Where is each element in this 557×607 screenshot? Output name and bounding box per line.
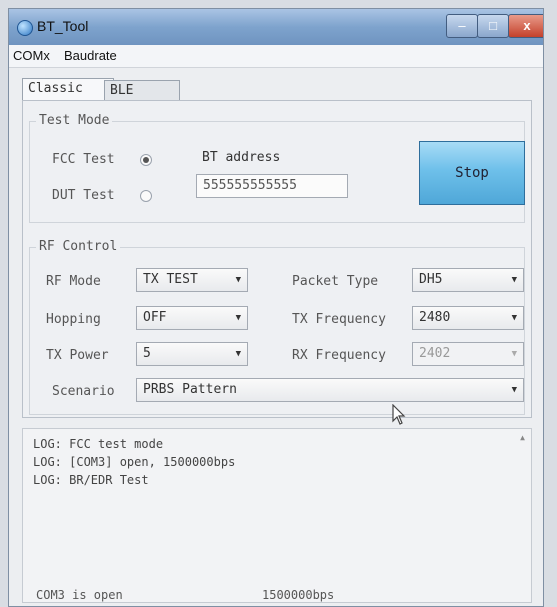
hopping-value: OFF	[143, 310, 167, 325]
maximize-button[interactable]: □	[477, 14, 509, 38]
tx-power-label: TX Power	[46, 348, 109, 363]
menu-comx[interactable]: COMx	[13, 48, 50, 63]
mouse-pointer-icon	[392, 404, 406, 425]
scenario-label: Scenario	[52, 384, 115, 399]
rf-control-group: RF Control RF Mode TX TEST ▼ Hopping OFF…	[29, 239, 525, 415]
tx-frequency-label: TX Frequency	[292, 312, 386, 327]
classic-panel: Test Mode FCC Test DUT Test BT address 5…	[22, 100, 532, 418]
hopping-label: Hopping	[46, 312, 101, 327]
title-bar[interactable]: BT_Tool – □ x	[9, 9, 543, 45]
chevron-down-icon: ▼	[511, 349, 517, 359]
dut-test-label: DUT Test	[52, 188, 115, 203]
rx-frequency-label: RX Frequency	[292, 348, 386, 363]
packet-type-select[interactable]: DH5 ▼	[412, 268, 524, 292]
tx-frequency-select[interactable]: 2480 ▼	[412, 306, 524, 330]
chevron-down-icon: ▼	[235, 349, 241, 359]
test-mode-label: Test Mode	[36, 113, 113, 128]
log-textarea[interactable]: LOG: FCC test mode LOG: [COM3] open, 150…	[22, 428, 532, 603]
bt-address-input[interactable]: 555555555555	[196, 174, 348, 198]
tx-power-select[interactable]: 5 ▼	[136, 342, 248, 366]
minimize-button[interactable]: –	[446, 14, 478, 38]
log-line: LOG: BR/EDR Test	[33, 473, 149, 487]
menu-baudrate[interactable]: Baudrate	[64, 48, 117, 63]
status-baud: 1500000bps	[262, 588, 335, 602]
scroll-up-icon[interactable]: ▲	[520, 433, 525, 442]
packet-type-label: Packet Type	[292, 274, 379, 289]
stop-button[interactable]: Stop	[419, 141, 525, 205]
log-line: LOG: FCC test mode	[33, 437, 164, 451]
chevron-down-icon: ▼	[511, 385, 517, 395]
menu-bar: COMx Baudrate	[9, 45, 543, 68]
rx-frequency-value: 2402	[419, 346, 451, 361]
tx-power-value: 5	[143, 346, 151, 361]
tab-classic[interactable]: Classic	[22, 78, 114, 101]
chevron-down-icon: ▼	[235, 275, 241, 285]
bt-address-label: BT address	[202, 150, 281, 165]
hopping-select[interactable]: OFF ▼	[136, 306, 248, 330]
status-port: COM3 is open	[36, 588, 123, 602]
rx-frequency-select: 2402 ▼	[412, 342, 524, 366]
scenario-select[interactable]: PRBS Pattern ▼	[136, 378, 524, 402]
rf-control-label: RF Control	[36, 239, 121, 254]
packet-type-value: DH5	[419, 272, 443, 287]
log-line: LOG: [COM3] open, 1500000bps	[33, 455, 236, 469]
dut-test-radio[interactable]	[140, 190, 152, 202]
chevron-down-icon: ▼	[511, 275, 517, 285]
rf-mode-value: TX TEST	[143, 272, 198, 287]
fcc-test-label: FCC Test	[52, 152, 115, 167]
close-button[interactable]: x	[508, 14, 543, 38]
rf-mode-select[interactable]: TX TEST ▼	[136, 268, 248, 292]
scenario-value: PRBS Pattern	[143, 382, 237, 397]
tx-frequency-value: 2480	[419, 310, 451, 325]
tab-ble[interactable]: BLE	[104, 80, 180, 101]
window-title: BT_Tool	[37, 18, 89, 34]
rf-mode-label: RF Mode	[46, 274, 101, 289]
chevron-down-icon: ▼	[235, 313, 241, 323]
app-icon	[17, 20, 33, 36]
chevron-down-icon: ▼	[511, 313, 517, 323]
fcc-test-radio[interactable]	[140, 154, 152, 166]
